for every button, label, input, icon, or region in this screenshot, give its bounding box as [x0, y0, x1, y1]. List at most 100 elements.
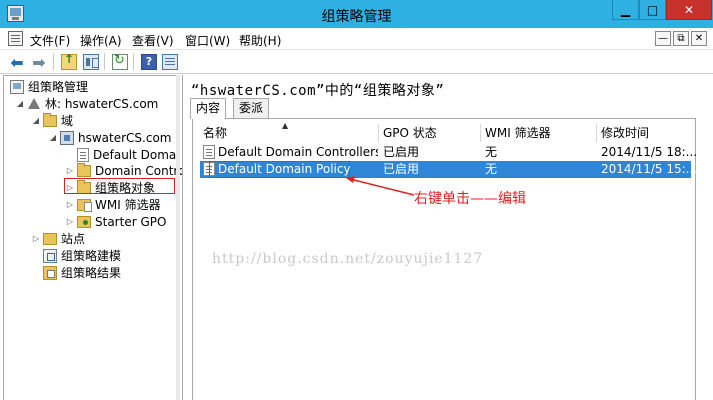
collapse-arrow-icon[interactable]: ◢	[15, 99, 25, 108]
sites-icon	[43, 232, 57, 245]
tree-item-domains[interactable]: ◢ 域	[31, 112, 73, 129]
tree-label: WMI 筛选器	[95, 198, 161, 212]
toolbar-separator	[53, 53, 54, 70]
column-header-modified[interactable]: 修改时间	[601, 124, 649, 142]
forward-button[interactable]: ➡	[29, 52, 49, 72]
row-1-status: 已启用	[383, 145, 420, 159]
menu-window[interactable]: 窗口(W)	[185, 32, 230, 49]
close-icon: ✕	[683, 2, 695, 17]
back-icon: ⬅	[10, 52, 24, 72]
tree-splitter[interactable]	[176, 75, 180, 400]
show-hide-tree-button[interactable]	[81, 52, 101, 72]
tree-label: 组策略结果	[61, 266, 122, 280]
console-tree[interactable]	[3, 75, 179, 400]
gpo-highlight-box	[64, 178, 175, 194]
column-header-name[interactable]: 名称	[203, 124, 227, 142]
tree-item-results[interactable]: 组策略结果	[43, 264, 121, 281]
modeling-icon	[43, 248, 57, 263]
help-icon: ?	[141, 54, 157, 70]
domain-icon	[60, 130, 74, 145]
row-1-modified: 2014/11/5 18:...	[601, 145, 698, 159]
refresh-icon	[112, 53, 128, 70]
expand-arrow-icon[interactable]: ▷	[31, 234, 41, 243]
minimize-button[interactable]: ▁	[612, 0, 639, 20]
starter-gpo-icon	[77, 215, 91, 228]
tree-item-domain-controllers[interactable]: ▷ Domain Contro	[65, 162, 185, 179]
toolbar-separator	[133, 53, 134, 70]
forest-icon	[27, 97, 41, 111]
column-header-gpo-status[interactable]: GPO 状态	[383, 124, 437, 142]
up-folder-button[interactable]	[59, 52, 79, 72]
row-1-wmi: 无	[485, 145, 498, 159]
tree-label: 站点	[61, 232, 86, 246]
menu-action[interactable]: 操作(A)	[80, 32, 122, 49]
tree-label: 域	[61, 114, 74, 128]
collapse-arrow-icon[interactable]: ◢	[31, 116, 41, 125]
tree-label: 林: hswaterCS.com	[45, 97, 159, 111]
gpo-icon	[203, 145, 215, 159]
window-title: 组策略管理	[321, 9, 392, 25]
watermark: http://blog.csdn.net/zouyujie1127	[212, 251, 484, 267]
tree-label: hswaterCS.com	[78, 130, 172, 145]
toolbar-separator	[104, 53, 105, 70]
tree-item-wmi-filters[interactable]: ▷ WMI 筛选器	[65, 196, 161, 213]
mdi-minimize-button[interactable]: —	[655, 31, 671, 46]
expand-arrow-icon[interactable]: ▷	[65, 200, 75, 209]
show-hide-tree-icon	[83, 54, 99, 70]
tree-item-default-domain[interactable]: Default Domai	[77, 146, 180, 163]
tab-delegation[interactable]: 委派	[233, 98, 270, 118]
mdi-restore-button[interactable]: ⧉	[673, 31, 689, 46]
properties-button[interactable]	[160, 52, 180, 72]
toolbar: ⬅ ➡ ?	[0, 50, 713, 74]
folder-icon	[43, 112, 57, 127]
minimize-icon: ▁	[620, 2, 631, 17]
tree-item-sites[interactable]: ▷ 站点	[31, 230, 85, 247]
menu-file[interactable]: 文件(F)	[30, 32, 70, 49]
maximize-button[interactable]: □	[639, 0, 666, 20]
details-header: “hswaterCS.com”中的“组策略对象”	[191, 83, 445, 99]
menu-help[interactable]: 帮助(H)	[239, 32, 281, 49]
up-folder-icon	[61, 52, 77, 70]
row-2-modified: 2014/11/5 15:...	[601, 162, 698, 176]
help-button[interactable]: ?	[139, 52, 159, 72]
row-1-name[interactable]: Default Domain Controllers...	[218, 144, 378, 161]
maximize-icon: □	[646, 2, 659, 17]
row-2-wmi: 无	[485, 162, 498, 176]
sort-ascending-icon: ▲	[282, 121, 289, 130]
annotation-text: 右键单击——编辑	[414, 191, 526, 207]
menu-view[interactable]: 查看(V)	[132, 32, 174, 49]
column-separator[interactable]	[596, 124, 597, 142]
tab-contents[interactable]: 内容	[190, 98, 227, 119]
mdi-close-button[interactable]: ✕	[691, 31, 707, 46]
tree-item-starter-gpo[interactable]: ▷ Starter GPO	[65, 213, 167, 230]
document-icon[interactable]	[8, 31, 23, 46]
close-button[interactable]: ✕	[666, 0, 712, 20]
ou-folder-icon	[77, 162, 91, 177]
properties-icon	[162, 54, 178, 70]
row-2-name[interactable]: Default Domain Policy	[218, 161, 351, 178]
tree-label: Default Domai	[93, 147, 180, 162]
column-separator[interactable]	[480, 124, 481, 142]
expand-arrow-icon[interactable]: ▷	[65, 166, 75, 175]
tree-item-domain[interactable]: ◢ hswaterCS.com	[48, 129, 172, 146]
gpm-icon	[10, 79, 24, 94]
results-icon	[43, 265, 57, 280]
tree-label: Domain Contro	[95, 163, 186, 178]
tree-label: Starter GPO	[95, 214, 167, 229]
expand-arrow-icon[interactable]: ▷	[65, 217, 75, 226]
tree-label: 组策略建模	[61, 249, 122, 263]
tree-item-gpm-root[interactable]: 组策略管理	[10, 78, 88, 95]
menu-bar: 文件(F) 操作(A) 查看(V) 窗口(W) 帮助(H) — ⧉ ✕	[0, 28, 713, 50]
tree-item-forest[interactable]: ◢ 林: hswaterCS.com	[15, 95, 158, 112]
forward-icon: ➡	[32, 52, 46, 72]
refresh-button[interactable]	[110, 52, 130, 72]
wmi-filter-icon	[77, 198, 92, 212]
collapse-arrow-icon[interactable]: ◢	[48, 133, 58, 142]
gpo-link-icon	[77, 147, 89, 162]
title-bar: 组策略管理 ▁ □ ✕	[0, 0, 713, 28]
column-separator[interactable]	[378, 124, 379, 142]
column-header-wmi-filter[interactable]: WMI 筛选器	[485, 124, 551, 142]
tree-label: 组策略管理	[28, 80, 89, 94]
tree-item-modeling[interactable]: 组策略建模	[43, 247, 121, 264]
back-button[interactable]: ⬅	[7, 52, 27, 72]
